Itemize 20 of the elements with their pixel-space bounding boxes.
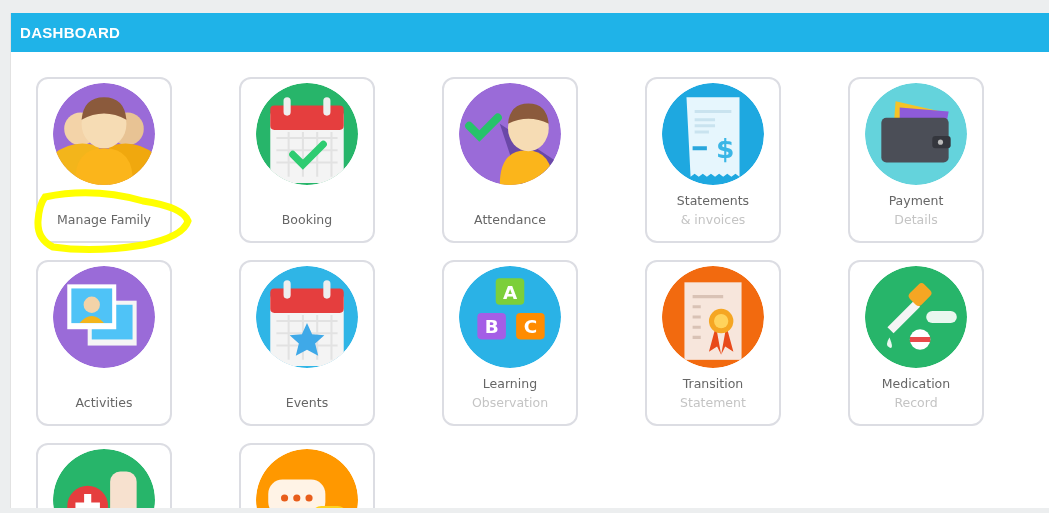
- wallet-icon: [865, 83, 967, 185]
- dashboard-tile[interactable]: Events: [239, 260, 375, 426]
- photos-icon: [53, 266, 155, 368]
- person-check-icon: [459, 83, 561, 185]
- dashboard-tile[interactable]: A B C Learning Observation: [442, 260, 578, 426]
- dashboard-tile[interactable]: $ Statements & invoices: [645, 77, 781, 243]
- receipt-icon: $: [662, 83, 764, 185]
- dashboard-tile[interactable]: Medication Record: [848, 260, 984, 426]
- dashboard-tile[interactable]: Manage Family: [36, 77, 172, 243]
- letter-blocks-icon: A B C: [459, 266, 561, 368]
- dashboard-tile[interactable]: Payment Details: [848, 77, 984, 243]
- certificate-icon: [662, 266, 764, 368]
- dashboard-title: DASHBOARD: [20, 24, 121, 41]
- dashboard-tile[interactable]: Transition Statement: [645, 260, 781, 426]
- dashboard-tile[interactable]: Attendance: [442, 77, 578, 243]
- calendar-check-icon: [256, 83, 358, 185]
- family-icon: [53, 83, 155, 185]
- dashboard-tile[interactable]: Activities: [36, 260, 172, 426]
- dashboard-tile[interactable]: Booking: [239, 77, 375, 243]
- pills-icon: [865, 266, 967, 368]
